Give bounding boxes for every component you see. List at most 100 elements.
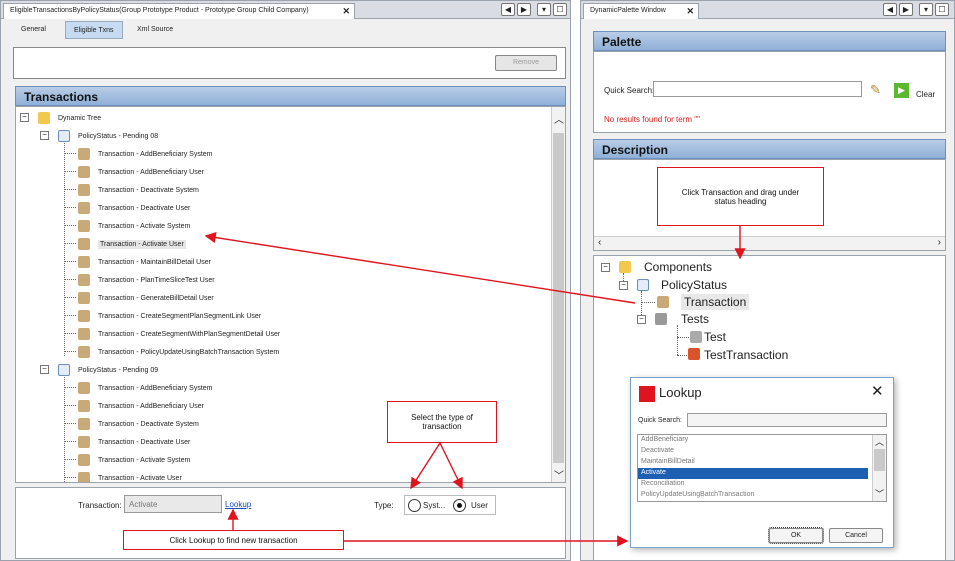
maximize-icon[interactable]: ☐ <box>553 3 567 16</box>
description-hscrollbar[interactable]: ‹ › <box>594 236 945 250</box>
tab-eligible-transactions[interactable]: EligibleTransactionsByPolicyStatus(Group… <box>3 3 355 19</box>
lookup-dialog: Lookup ✕ Quick Search: AddBeneficiary Dea… <box>630 377 894 548</box>
tree-transaction[interactable]: Transaction - AddBeneficiary System <box>78 148 213 160</box>
tests-icon <box>655 313 667 325</box>
lookup-options: AddBeneficiary Deactivate MaintainBillDeta… <box>638 435 886 501</box>
tree-root-label: Dynamic Tree <box>58 114 102 122</box>
tree-transaction-label: Transaction - PolicyUpdateUsingBatchTran… <box>98 348 280 356</box>
transaction-field[interactable]: Activate <box>124 495 222 513</box>
left-window: EligibleTransactionsByPolicyStatus(Group… <box>0 0 571 561</box>
scroll-right-icon[interactable]: › <box>938 237 941 248</box>
tree-transaction[interactable]: Transaction - Deactivate System <box>78 418 199 430</box>
tree-root[interactable]: Dynamic Tree <box>38 112 101 124</box>
scroll-up-icon[interactable]: ︿ <box>554 111 564 126</box>
close-icon[interactable]: ✕ <box>686 6 694 17</box>
tree-transaction[interactable]: Transaction - Deactivate System <box>78 184 199 196</box>
scroll-thumb[interactable] <box>553 133 564 463</box>
remove-button[interactable]: Remove <box>495 55 557 71</box>
tree-policystatus[interactable]: PolicyStatus <box>661 278 727 292</box>
lookup-list: AddBeneficiary Deactivate MaintainBillDeta… <box>637 434 887 502</box>
tree-test[interactable]: Test <box>704 330 726 344</box>
lookup-option[interactable]: PolicyUpdateUsingBatchTransaction <box>638 490 868 501</box>
ok-button[interactable]: OK <box>768 527 824 544</box>
tree-transaction[interactable]: Transaction - AddBeneficiary User <box>78 400 204 412</box>
system-radio[interactable] <box>408 499 421 512</box>
tree-transaction-label: Transaction - AddBeneficiary User <box>98 168 204 176</box>
collapse-icon[interactable]: − <box>619 281 628 290</box>
dropdown-icon[interactable]: ▾ <box>537 3 551 16</box>
tab-eligible-txns[interactable]: Eligible Txns <box>65 21 123 39</box>
collapse-icon[interactable]: − <box>20 113 29 122</box>
tree-transaction-label: Transaction - Activate System <box>98 456 191 464</box>
tab-xml-source[interactable]: Xml Source <box>129 21 181 39</box>
close-icon[interactable]: ✕ <box>342 6 350 17</box>
nav-left-icon[interactable]: ◀ <box>883 3 897 16</box>
quick-search-input[interactable] <box>653 81 862 97</box>
tree-transaction[interactable]: Transaction - GenerateBillDetail User <box>78 292 214 304</box>
tree-transaction[interactable]: Transaction - Deactivate User <box>78 436 190 448</box>
clear-button[interactable]: Clear <box>916 90 935 99</box>
tree-tests[interactable]: Tests <box>681 312 709 326</box>
lookup-option[interactable]: Activate <box>638 468 868 479</box>
collapse-icon[interactable]: − <box>40 365 49 374</box>
lookup-link[interactable]: Lookup <box>225 500 251 509</box>
tree-group[interactable]: PolicyStatus - Pending 09 <box>58 364 158 376</box>
tree-transaction-label: Transaction - Deactivate User <box>98 438 191 446</box>
transaction-icon <box>78 220 90 232</box>
tree-transaction[interactable]: Transaction - PolicyUpdateUsingBatchTran… <box>78 346 279 358</box>
tree-transaction[interactable]: Transaction <box>681 294 750 310</box>
tab-general[interactable]: General <box>13 21 54 39</box>
nav-left-icon[interactable]: ◀ <box>501 3 515 16</box>
scroll-down-icon[interactable]: ﹀ <box>554 467 564 482</box>
nav-right-icon[interactable]: ▶ <box>899 3 913 16</box>
tree-transaction[interactable]: Transaction - Activate System <box>78 454 190 466</box>
tree-transaction[interactable]: Transaction - MaintainBillDetail User <box>78 256 211 268</box>
tree-test-transaction[interactable]: TestTransaction <box>704 348 788 362</box>
tree-transaction[interactable]: Transaction - AddBeneficiary User <box>78 166 204 178</box>
user-radio[interactable] <box>453 499 466 512</box>
collapse-icon[interactable]: − <box>637 315 646 324</box>
lookup-option[interactable]: Deactivate <box>638 446 868 457</box>
test-transaction-icon <box>688 348 700 360</box>
status-icon <box>58 364 70 376</box>
dropdown-icon[interactable]: ▾ <box>919 3 933 16</box>
tree-components[interactable]: Components <box>644 260 712 274</box>
status-icon <box>637 279 649 291</box>
folder-icon <box>38 112 50 124</box>
lookup-scrollbar[interactable]: ︿ ﹀ <box>872 435 886 501</box>
play-icon[interactable]: ▶ <box>894 83 909 98</box>
tab-title: DynamicPalette Window <box>590 7 666 14</box>
tree-transaction[interactable]: Transaction - CreateSegmentPlanSegmentLi… <box>78 310 261 322</box>
close-icon[interactable]: ✕ <box>871 382 884 400</box>
tab-dynamic-palette[interactable]: DynamicPalette Window ✕ <box>583 3 699 19</box>
tree-transaction[interactable]: Transaction - CreateSegmentWithPlanSegme… <box>78 328 280 340</box>
lookup-option[interactable]: MaintainBillDetail <box>638 457 868 468</box>
search-icon[interactable]: ✎ <box>870 82 881 98</box>
lookup-option[interactable]: AddBeneficiary <box>638 435 868 446</box>
tree-transaction[interactable]: Transaction - Activate User <box>78 472 182 482</box>
tree-transaction[interactable]: Transaction - AddBeneficiary System <box>78 382 213 394</box>
tree-transaction[interactable]: Transaction - PlanTimeSliceTest User <box>78 274 215 286</box>
cancel-button[interactable]: Cancel <box>829 528 883 543</box>
scroll-down-icon[interactable]: ﹀ <box>875 487 884 500</box>
callout-type: Select the type of transaction <box>387 401 497 443</box>
transaction-icon <box>78 238 90 250</box>
tree-transaction-label: Transaction - AddBeneficiary System <box>98 150 213 158</box>
tree-transaction-label: Transaction - Activate User <box>98 474 182 482</box>
tree-transaction[interactable]: Transaction - Deactivate User <box>78 202 190 214</box>
scroll-left-icon[interactable]: ‹ <box>598 237 601 248</box>
scroll-up-icon[interactable]: ︿ <box>875 435 884 448</box>
tree-group-label: PolicyStatus - Pending 09 <box>78 366 159 374</box>
maximize-icon[interactable]: ☐ <box>935 3 949 16</box>
scroll-thumb[interactable] <box>874 449 885 471</box>
lookup-option[interactable]: Reconciliation <box>638 479 868 490</box>
tree-transaction[interactable]: Transaction - Activate System <box>78 220 190 232</box>
nav-right-icon[interactable]: ▶ <box>517 3 531 16</box>
tree-transaction-label: Transaction - Activate User <box>98 239 186 249</box>
tree-transaction[interactable]: Transaction - Activate User <box>78 238 186 250</box>
collapse-icon[interactable]: − <box>40 131 49 140</box>
collapse-icon[interactable]: − <box>601 263 610 272</box>
lookup-search-input[interactable] <box>687 413 887 427</box>
tree-group[interactable]: PolicyStatus - Pending 08 <box>58 130 158 142</box>
tree-scrollbar[interactable]: ︿ ﹀ <box>551 107 565 482</box>
